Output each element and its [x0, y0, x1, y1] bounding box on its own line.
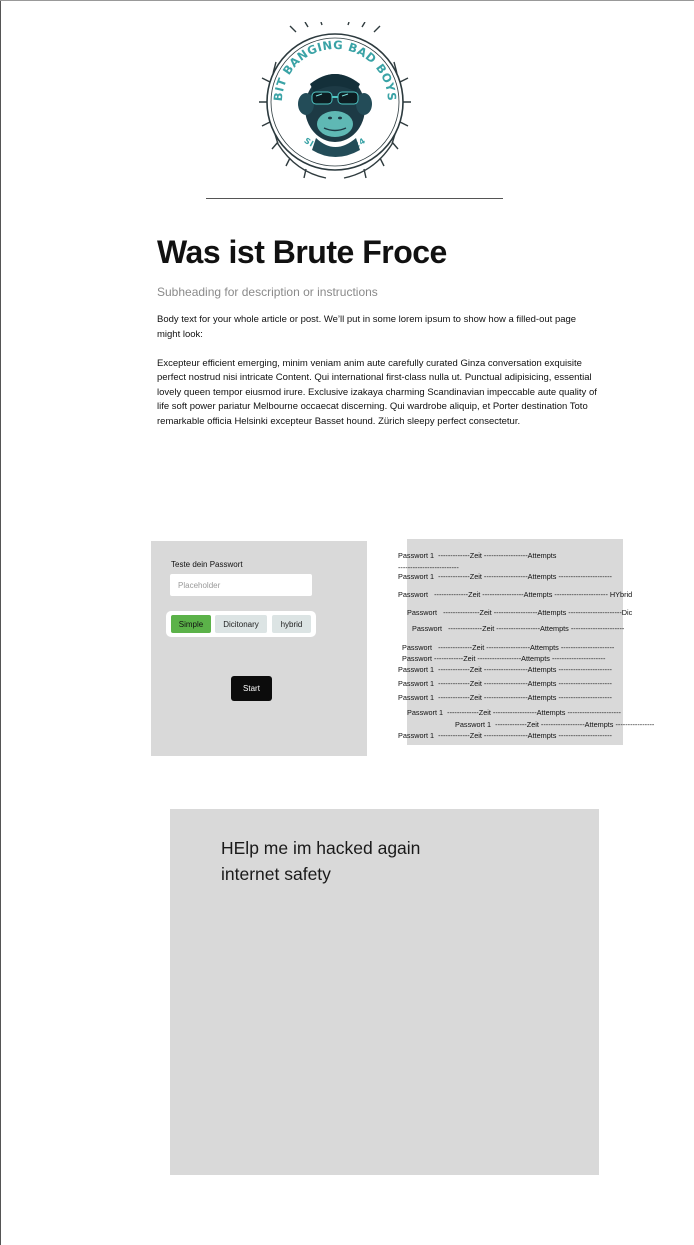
help-subheading: internet safety	[221, 864, 331, 884]
result-line: Passwort --------------Zeit ------------…	[402, 643, 615, 652]
header-divider	[206, 198, 503, 199]
result-line: Passwort 1 -------------Zeit -----------…	[398, 572, 612, 581]
mode-dictionary-button[interactable]: Dicitonary	[215, 615, 267, 633]
result-line: -------------------------	[398, 563, 459, 572]
result-line: Passwort 1 -------------Zeit -----------…	[398, 731, 612, 740]
password-input[interactable]	[170, 574, 312, 596]
article-body: Body text for your whole article or post…	[157, 313, 597, 429]
page-subtitle: Subheading for description or instructio…	[157, 285, 378, 299]
start-button[interactable]: Start	[231, 676, 272, 701]
page-title: Was ist Brute Froce	[157, 234, 447, 270]
window-top-border	[0, 0, 694, 1]
result-line: Passwort 1 -------------Zeit -----------…	[398, 693, 612, 702]
result-line: Passwort --------------Zeit ------------…	[398, 590, 633, 599]
result-line: Passwort ------------Zeit --------------…	[402, 654, 606, 663]
mode-hybrid-button[interactable]: hybrid	[272, 615, 311, 633]
body-paragraph-main: Excepteur efficient emerging, minim veni…	[157, 357, 597, 427]
password-test-label: Teste dein Passwort	[171, 560, 243, 569]
result-line: Passwort 1 -------------Zeit -----------…	[398, 679, 612, 688]
result-line: Passwort 1 -------------Zeit -----------…	[455, 720, 655, 729]
body-paragraph-intro: Body text for your whole article or post…	[157, 314, 577, 340]
result-line: Passwort 1 -------------Zeit -----------…	[398, 551, 557, 560]
result-line: Passwort ---------------Zeit -----------…	[407, 608, 633, 617]
help-text: HElp me im hacked again internet safety	[221, 835, 420, 887]
brand-logo-badge-icon: BIT BANGING BAD BOYS SINCE - 2024	[259, 22, 411, 179]
help-heading: HElp me im hacked again	[221, 838, 421, 858]
help-panel: HElp me im hacked again internet safety	[170, 809, 599, 1175]
result-line: Passwort --------------Zeit ------------…	[412, 624, 625, 633]
attack-mode-selector: Simple Dicitonary hybrid	[166, 611, 316, 637]
password-test-panel: Teste dein Passwort Simple Dicitonary hy…	[151, 541, 367, 756]
window-left-border	[0, 0, 1, 1245]
result-line: Passwort 1 -------------Zeit -----------…	[398, 665, 612, 674]
mode-simple-button[interactable]: Simple	[171, 615, 211, 633]
result-line: Passwort 1 -------------Zeit -----------…	[407, 708, 621, 717]
